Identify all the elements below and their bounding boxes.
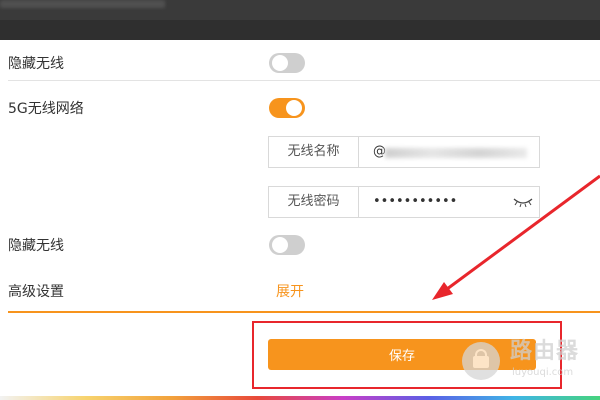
advanced-settings-label: 高级设置 — [8, 284, 64, 300]
ssid-field[interactable]: 无线名称 @ — [268, 136, 540, 168]
toggle-knob — [272, 237, 288, 253]
hide-ssid-label-24g: 隐藏无线 — [8, 56, 64, 72]
bottom-gradient-bar — [0, 396, 600, 400]
password-input[interactable]: ••••••••••• — [373, 187, 457, 217]
password-field[interactable]: 无线密码 ••••••••••• — [268, 186, 540, 218]
ssid-field-label: 无线名称 — [269, 137, 359, 167]
blurred-ssid — [385, 148, 527, 158]
window-title-bar — [0, 0, 600, 40]
site-watermark: 路由器 luyouqi.com — [462, 338, 594, 382]
watermark-subtext: luyouqi.com — [512, 367, 574, 378]
expand-link[interactable]: 展开 — [276, 283, 304, 301]
hide-ssid-label-5g: 隐藏无线 — [8, 238, 64, 254]
router-logo-icon — [462, 342, 500, 380]
toggle-knob — [286, 100, 302, 116]
eye-closed-icon[interactable] — [513, 196, 533, 208]
hide-ssid-toggle-5g[interactable] — [269, 235, 305, 255]
password-field-label: 无线密码 — [269, 187, 359, 217]
divider — [8, 80, 600, 81]
watermark-text: 路由器 — [510, 339, 580, 364]
hide-ssid-toggle-24g[interactable] — [269, 53, 305, 73]
blurred-title — [0, 0, 165, 8]
wireless-5g-toggle[interactable] — [269, 98, 305, 118]
orange-divider — [8, 311, 600, 313]
toggle-knob — [272, 55, 288, 71]
wireless-5g-label: 5G无线网络 — [8, 101, 84, 117]
